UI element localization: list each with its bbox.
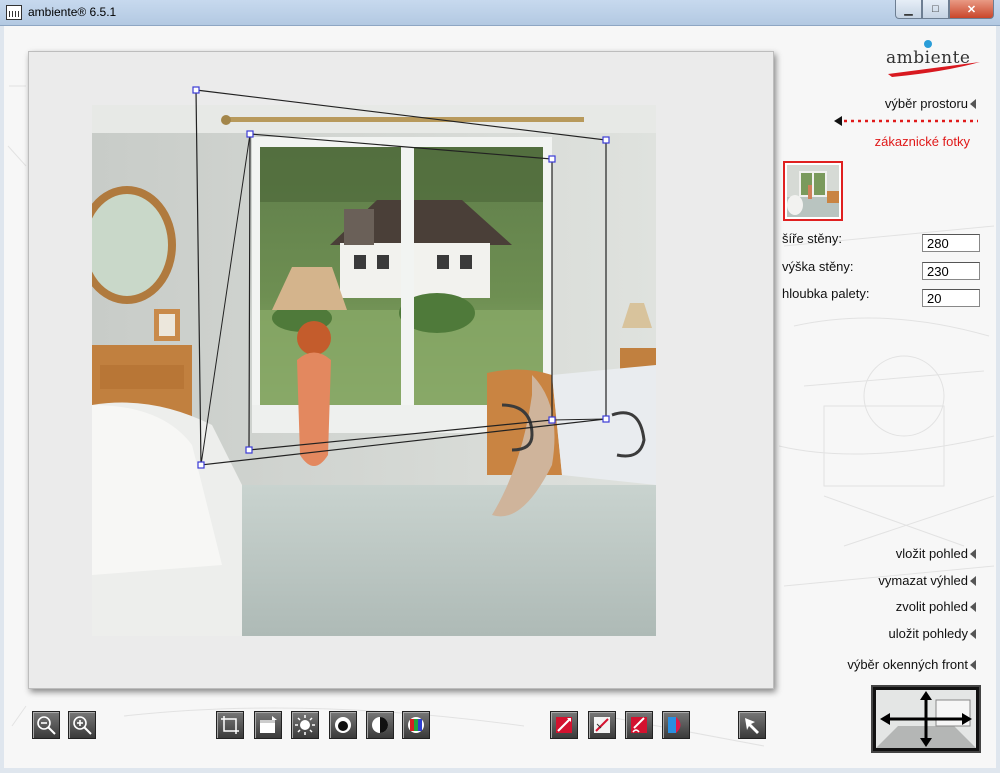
window-title: ambiente® 6.5.1: [28, 5, 117, 19]
arrow-left-icon: [970, 98, 976, 109]
maximize-button[interactable]: □: [922, 0, 949, 19]
exposure-button[interactable]: [329, 711, 357, 739]
insert-view-link[interactable]: vložit pohled: [896, 546, 976, 561]
save-views-link[interactable]: uložit pohledy: [888, 626, 976, 641]
window-fronts-label: výběr okenných front: [847, 657, 968, 672]
selection-handle[interactable]: [192, 86, 200, 94]
exposure-icon: [335, 717, 351, 733]
arrow-left-icon: [970, 548, 976, 559]
insert-view-label: vložit pohled: [895, 546, 968, 561]
contrast-button[interactable]: [366, 711, 394, 739]
delete-view-label: vymazat výhled: [878, 573, 968, 588]
arrow-left-icon: [970, 601, 976, 612]
brush-white-button[interactable]: [588, 711, 616, 739]
pallet-depth-label: hloubka palety:: [782, 286, 870, 301]
wall-height-input[interactable]: [922, 262, 980, 280]
zoom-out-button[interactable]: [32, 711, 60, 739]
room-select-link[interactable]: výběr prostoru: [885, 96, 976, 111]
crop-button[interactable]: [216, 711, 244, 739]
choose-view-label: zvolit pohled: [895, 599, 968, 614]
view-navigation-pad[interactable]: [871, 685, 981, 753]
choose-view-link[interactable]: zvolit pohled: [896, 599, 976, 614]
arrow-left-icon: [970, 628, 976, 639]
app-client-area: ambiente výběr prostoru zákaznické fotky…: [4, 26, 996, 768]
wall-width-label: šíře stěny:: [782, 231, 842, 246]
brightness-button[interactable]: [291, 711, 319, 739]
red-arrow-icon: [834, 116, 978, 126]
wall-height-label: výška stěny:: [782, 259, 854, 274]
close-button[interactable]: ✕: [949, 0, 994, 19]
logo-swoosh: [888, 62, 980, 77]
minimize-button[interactable]: ▁: [895, 0, 922, 19]
color-balance-icon: [408, 717, 424, 733]
app-icon: [6, 5, 22, 20]
open-file-button[interactable]: [254, 711, 282, 739]
title-bar: ambiente® 6.5.1 ▁ □ ✕: [0, 0, 1000, 26]
paint-red-icon: [631, 717, 647, 733]
logo-dot: [924, 40, 932, 48]
open-file-icon: [260, 716, 277, 733]
move-arrows-icon: [876, 690, 976, 748]
select-arrow-button[interactable]: [738, 711, 766, 739]
photo-canvas[interactable]: [28, 51, 774, 689]
zoom-out-icon: [37, 716, 56, 735]
brush-red-button[interactable]: [550, 711, 578, 739]
color-fill-button[interactable]: [662, 711, 690, 739]
brush-red-icon: [556, 717, 572, 733]
paint-red-button[interactable]: [625, 711, 653, 739]
window-fronts-link[interactable]: výběr okenných front: [847, 657, 976, 672]
select-arrow-icon: [745, 718, 759, 734]
ambiente-logo: ambiente: [884, 36, 984, 78]
delete-view-link[interactable]: vymazat výhled: [878, 573, 976, 588]
room-thumbnail-image: [787, 165, 839, 217]
crop-icon: [221, 716, 239, 734]
brightness-icon: [295, 715, 315, 735]
zoom-in-icon: [73, 716, 92, 735]
room-thumbnail[interactable]: [783, 161, 843, 221]
color-balance-button[interactable]: [402, 711, 430, 739]
brush-white-icon: [594, 717, 610, 733]
room-photo: [92, 105, 656, 636]
window-controls: ▁ □ ✕: [895, 0, 994, 19]
wall-width-input[interactable]: [922, 234, 980, 252]
color-fill-icon: [668, 717, 681, 733]
pallet-depth-input[interactable]: [922, 289, 980, 307]
arrow-left-icon: [970, 575, 976, 586]
contrast-icon: [372, 717, 388, 733]
save-views-label: uložit pohledy: [888, 626, 969, 641]
customer-photos-link[interactable]: zákaznické fotky: [875, 134, 970, 149]
room-select-label: výběr prostoru: [884, 96, 968, 111]
zoom-in-button[interactable]: [68, 711, 96, 739]
arrow-left-icon: [970, 659, 976, 670]
